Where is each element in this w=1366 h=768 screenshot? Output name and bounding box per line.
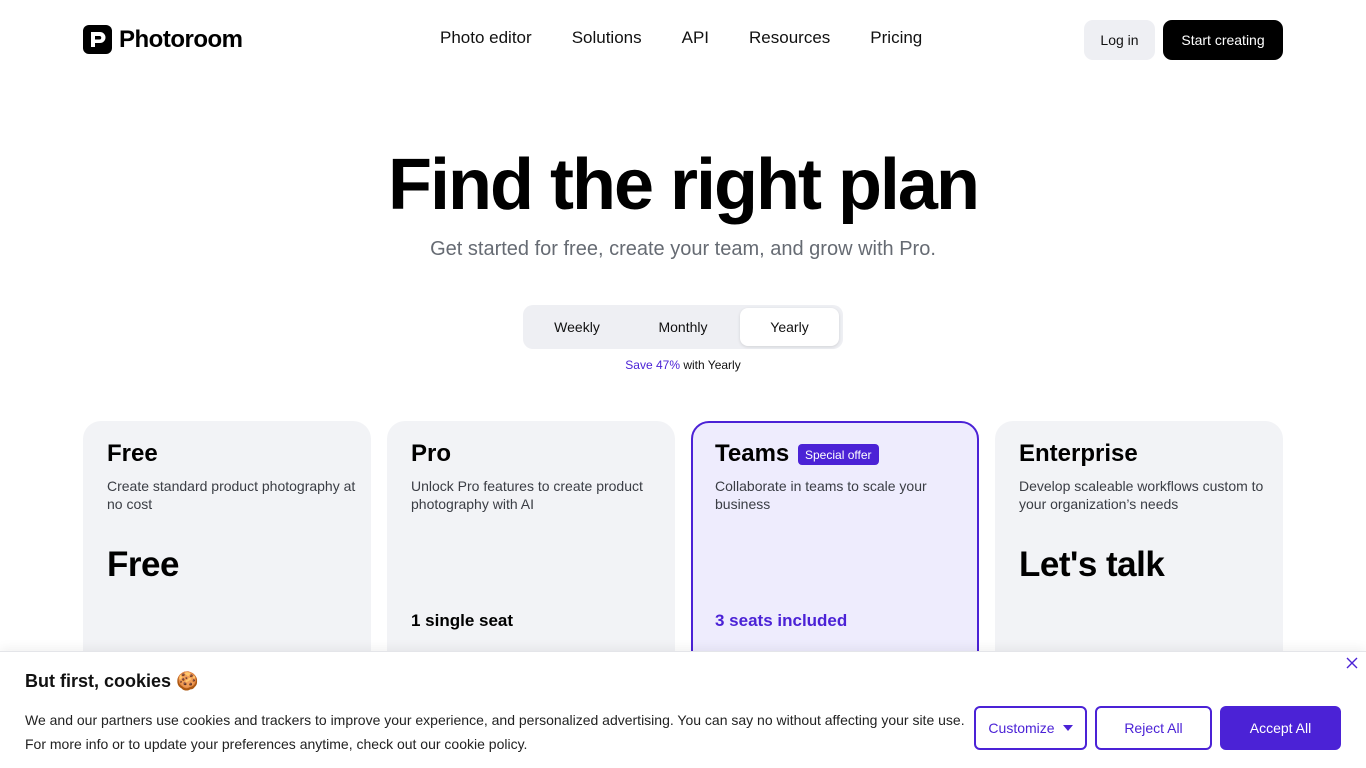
caret-down-icon bbox=[1062, 725, 1073, 731]
plan-description: Develop scaleable workflows custom to yo… bbox=[1019, 478, 1264, 512]
plan-seats: 1 single seat bbox=[411, 611, 514, 630]
close-icon[interactable] bbox=[1345, 656, 1359, 670]
cookie-banner: But first, cookies 🍪 We and our partners… bbox=[0, 651, 1366, 768]
plan-name: Pro bbox=[411, 440, 452, 467]
page-subtitle: Get started for free, create your team, … bbox=[430, 238, 936, 260]
start-creating-button[interactable]: Start creating bbox=[1163, 20, 1283, 60]
plan-price: Free bbox=[107, 545, 179, 584]
billing-period-toggle: Weekly Monthly Yearly bbox=[523, 305, 843, 349]
nav-api[interactable]: API bbox=[682, 28, 709, 48]
savings-suffix: with Yearly bbox=[680, 358, 741, 372]
yearly-savings-note: Save 47% with Yearly bbox=[0, 358, 1366, 372]
nav-solutions[interactable]: Solutions bbox=[572, 28, 642, 48]
logo[interactable]: Photoroom bbox=[83, 25, 243, 54]
cookie-text: We and our partners use cookies and trac… bbox=[25, 708, 965, 756]
billing-weekly-option[interactable]: Weekly bbox=[527, 308, 627, 346]
accept-all-button[interactable]: Accept All bbox=[1220, 706, 1341, 750]
plan-seats: 3 seats included bbox=[715, 611, 848, 630]
photoroom-logo-icon bbox=[83, 25, 112, 54]
cookie-title: But first, cookies 🍪 bbox=[25, 671, 199, 691]
plan-card-free[interactable]: Free Create standard product photography… bbox=[83, 421, 371, 681]
billing-yearly-option[interactable]: Yearly bbox=[740, 308, 839, 346]
plan-description: Create standard product photography at n… bbox=[107, 478, 356, 512]
savings-percent: Save 47% bbox=[625, 358, 680, 372]
cookie-text-line1: We and our partners use cookies and trac… bbox=[25, 712, 965, 728]
nav-photo-editor[interactable]: Photo editor bbox=[440, 28, 532, 48]
plan-description: Unlock Pro features to create product ph… bbox=[411, 478, 643, 512]
plan-name: Free bbox=[107, 440, 158, 467]
login-button[interactable]: Log in bbox=[1084, 20, 1155, 60]
plan-card-enterprise[interactable]: Enterprise Develop scaleable workflows c… bbox=[995, 421, 1283, 681]
plan-name: Enterprise bbox=[1019, 440, 1138, 467]
plan-card-teams[interactable]: Teams Special offer Collaborate in teams… bbox=[691, 421, 979, 681]
plan-description: Collaborate in teams to scale your busin… bbox=[715, 478, 927, 512]
plan-card-pro[interactable]: Pro Unlock Pro features to create produc… bbox=[387, 421, 675, 681]
main-nav: Photo editor Solutions API Resources Pri… bbox=[440, 28, 962, 48]
plan-name: Teams bbox=[715, 440, 790, 467]
plan-price: Let's talk bbox=[1019, 545, 1165, 584]
cookie-text-line2: For more info or to update your preferen… bbox=[25, 736, 528, 752]
logo-text: Photoroom bbox=[119, 25, 243, 53]
reject-all-button[interactable]: Reject All bbox=[1095, 706, 1212, 750]
nav-resources[interactable]: Resources bbox=[749, 28, 830, 48]
page-title: Find the right plan bbox=[388, 145, 980, 225]
billing-monthly-option[interactable]: Monthly bbox=[633, 308, 733, 346]
customize-button[interactable]: Customize bbox=[974, 706, 1087, 750]
customize-label: Customize bbox=[988, 720, 1055, 736]
nav-pricing[interactable]: Pricing bbox=[870, 28, 922, 48]
site-header: Photoroom Photo editor Solutions API Res… bbox=[0, 0, 1366, 80]
special-offer-badge: Special offer bbox=[798, 444, 879, 465]
